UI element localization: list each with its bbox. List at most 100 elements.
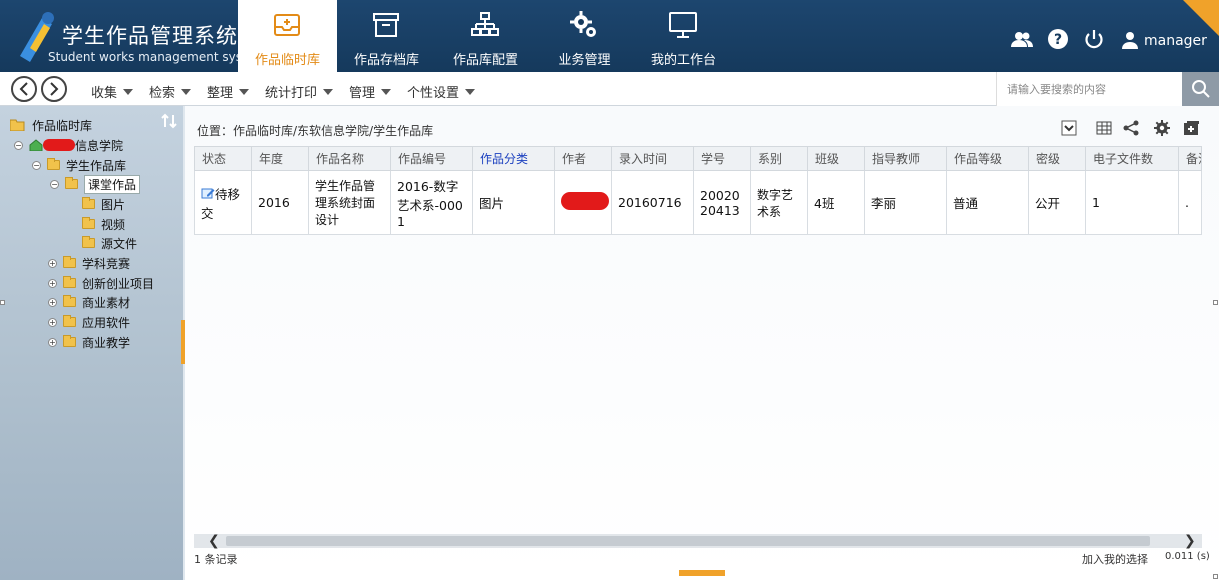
corner-badge [1183, 0, 1219, 36]
app-subtitle: Student works management system [48, 50, 266, 64]
chevron-right-icon [50, 82, 59, 96]
add-to-selection-link[interactable]: 加入我的选择 [1082, 551, 1148, 567]
menu-stats-print[interactable]: 统计打印 [265, 82, 334, 101]
menu-search[interactable]: 检索 [149, 82, 192, 101]
collapse-icon[interactable]: − [14, 140, 23, 150]
users-icon[interactable] [1011, 28, 1033, 50]
resize-handle[interactable] [1213, 300, 1218, 305]
back-button[interactable] [11, 76, 37, 102]
menu-organize[interactable]: 整理 [207, 82, 250, 101]
tree-leaf[interactable]: 源文件 [82, 234, 137, 252]
tab-label: 作品存档库 [353, 53, 419, 68]
expand-icon[interactable]: + [48, 258, 57, 268]
column-header[interactable]: 班级 [807, 146, 865, 171]
open-folder-icon [10, 119, 25, 131]
gears-icon [570, 11, 596, 37]
forward-button[interactable] [41, 76, 67, 102]
column-header[interactable]: 状态 [194, 146, 252, 171]
column-header[interactable]: 年度 [251, 146, 309, 171]
column-header[interactable]: 备注 [1178, 146, 1202, 171]
tree-label: 创新创业项目 [82, 276, 155, 291]
scroll-left-icon[interactable]: ❮ [208, 533, 220, 549]
folder-icon [63, 335, 76, 347]
tree-label: 图片 [101, 197, 126, 212]
column-header[interactable]: 作者 [554, 146, 612, 171]
swap-icon[interactable] [160, 112, 178, 130]
menu-manage[interactable]: 管理 [349, 82, 392, 101]
user-icon[interactable] [1121, 31, 1139, 49]
sitemap-icon [471, 12, 499, 36]
table-icon[interactable] [1096, 120, 1112, 136]
menu-personal-settings[interactable]: 个性设置 [407, 82, 476, 101]
caret-down-icon [323, 89, 334, 95]
tree-node[interactable]: + 商业教学 [48, 333, 130, 351]
toolbar: 收集 检索 整理 统计打印 管理 个性设置 [0, 72, 1219, 106]
tree-label: 学科竞赛 [82, 256, 131, 271]
tab-label: 作品库配置 [452, 53, 518, 68]
scroll-right-icon[interactable]: ❯ [1184, 533, 1196, 549]
tab-archive-library[interactable]: 作品存档库 [337, 0, 436, 72]
tab-temp-library[interactable]: 作品临时库 [238, 0, 337, 72]
column-header[interactable]: 电子文件数 [1085, 146, 1179, 171]
tree-node[interactable]: + 学科竞赛 [48, 254, 130, 272]
gear-icon[interactable] [1154, 120, 1170, 136]
column-header[interactable]: 作品编号 [390, 146, 473, 171]
menu-label: 检索 [149, 86, 176, 101]
tree-label: 源文件 [101, 236, 138, 251]
tree-node[interactable]: + 商业素材 [48, 293, 130, 311]
folder-icon [82, 197, 95, 209]
tree-node[interactable]: + 应用软件 [48, 313, 130, 331]
column-header[interactable]: 系别 [750, 146, 808, 171]
share-icon[interactable] [1123, 120, 1139, 136]
expand-icon[interactable]: + [48, 317, 57, 327]
collapse-icon[interactable]: − [50, 179, 59, 189]
tab-label: 业务管理 [558, 53, 611, 68]
menu-collect[interactable]: 收集 [91, 82, 134, 101]
help-icon[interactable]: ? [1047, 28, 1069, 50]
folder-icon [63, 295, 76, 307]
tree-student-library[interactable]: − 学生作品库 [32, 156, 126, 174]
bottom-panel-toggle[interactable] [679, 570, 725, 576]
cell-status[interactable]: 待移交 [194, 170, 252, 235]
column-header[interactable]: 作品名称 [308, 146, 391, 171]
table-header-row: 状态 年度 作品名称 作品编号 作品分类 作者 录入时间 学号 系别 班级 指导… [194, 146, 1202, 171]
column-header[interactable]: 录入时间 [611, 146, 694, 171]
horizontal-scrollbar[interactable]: ❮ ❯ [194, 533, 1202, 549]
collapse-icon[interactable]: − [32, 160, 41, 170]
tab-label: 作品临时库 [254, 53, 320, 68]
tree-leaf[interactable]: 视频 [82, 215, 125, 233]
tree-leaf[interactable]: 图片 [82, 195, 125, 213]
scrollbar-thumb[interactable] [226, 536, 1150, 546]
tree-node[interactable]: + 创新创业项目 [48, 274, 154, 292]
table-row[interactable]: 待移交 2016 学生作品管理系统封面设计 2016-数字艺术系-0001 图片… [194, 170, 1202, 235]
tree-root[interactable]: 作品临时库 [10, 116, 92, 134]
home-icon [29, 139, 43, 151]
column-header[interactable]: 指导教师 [864, 146, 947, 171]
redaction-mark [43, 139, 75, 151]
expand-icon[interactable]: + [48, 297, 57, 307]
column-header[interactable]: 学号 [693, 146, 751, 171]
cell-name: 学生作品管理系统封面设计 [308, 170, 391, 235]
resize-handle[interactable] [0, 300, 5, 305]
menu-label: 整理 [207, 86, 234, 101]
column-header[interactable]: 密级 [1028, 146, 1086, 171]
cell-class: 4班 [807, 170, 865, 235]
folder-icon [82, 236, 95, 248]
tab-library-config[interactable]: 作品库配置 [436, 0, 535, 72]
expand-icon[interactable]: + [48, 278, 57, 288]
search-input[interactable] [996, 72, 1182, 106]
column-header[interactable]: 作品分类 [472, 146, 555, 171]
add-window-icon[interactable] [1183, 120, 1199, 136]
tree-class-works[interactable]: − 课堂作品 [50, 174, 141, 194]
caret-down-icon [181, 89, 192, 95]
resize-handle[interactable] [1213, 574, 1218, 579]
tree-label: 学生作品库 [66, 158, 127, 173]
column-header[interactable]: 作品等级 [946, 146, 1029, 171]
search-button[interactable] [1182, 72, 1219, 106]
tab-business-management[interactable]: 业务管理 [535, 0, 634, 72]
dropdown-icon[interactable] [1061, 120, 1077, 136]
expand-icon[interactable]: + [48, 337, 57, 347]
tab-my-workspace[interactable]: 我的工作台 [634, 0, 733, 72]
breadcrumb: 位置：作品临时库/东软信息学院/学生作品库 [197, 124, 434, 138]
power-icon[interactable] [1083, 28, 1105, 50]
